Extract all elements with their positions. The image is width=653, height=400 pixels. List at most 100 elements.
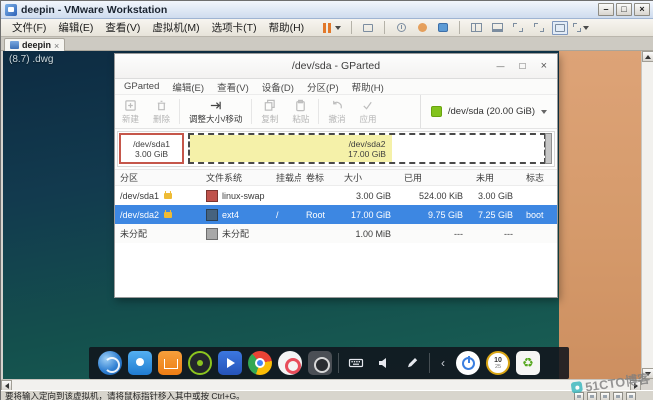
trash-icon[interactable] — [516, 351, 540, 375]
header-size: 大小 — [339, 171, 399, 184]
new-icon — [124, 99, 137, 112]
gparted-maximize-icon[interactable] — [520, 54, 526, 79]
clock-widget[interactable]: 10 25 — [486, 351, 510, 375]
tab-deepin[interactable]: deepin — [4, 38, 65, 51]
revert-snapshot-icon[interactable] — [414, 21, 430, 35]
horizontal-scrollbar[interactable] — [1, 379, 641, 390]
fs-color-swatch — [206, 190, 218, 202]
fullscreen-icon[interactable] — [510, 21, 526, 35]
resize-move-button[interactable]: 调整大小/移动 — [182, 95, 249, 128]
show-library-icon[interactable] — [468, 21, 484, 35]
partition-visual-bar: /dev/sda1 3.00 GiB /dev/sda2 17.00 GiB — [115, 129, 557, 170]
usb-status-icon[interactable] — [626, 392, 636, 400]
undo-button[interactable]: 撤消 — [321, 95, 352, 128]
header-used: 已用 — [399, 171, 471, 184]
free-stretch-icon[interactable] — [573, 21, 589, 35]
control-center-icon[interactable] — [278, 351, 302, 375]
file-manager-icon[interactable] — [128, 351, 152, 375]
sound-status-icon[interactable] — [613, 392, 623, 400]
fs-color-swatch — [206, 228, 218, 240]
gparted-title: /dev/sda - GParted — [115, 60, 557, 72]
keyboard-layout-icon[interactable] — [345, 352, 367, 374]
menu-edit[interactable]: 编辑(E) — [53, 18, 98, 37]
visual-partition-sda1[interactable]: /dev/sda1 3.00 GiB — [119, 133, 184, 164]
header-flags: 标志 — [521, 171, 559, 184]
volume-icon[interactable] — [373, 352, 395, 374]
vm-console: (8.7) .dwg /dev/sda - GParted GParted 编辑… — [3, 51, 641, 379]
gparted-menu-help[interactable]: 帮助(H) — [352, 80, 384, 94]
gparted-close-icon[interactable] — [541, 54, 547, 79]
gparted-titlebar[interactable]: /dev/sda - GParted — [115, 54, 557, 79]
menu-help[interactable]: 帮助(H) — [264, 18, 310, 37]
gparted-minimize-icon[interactable] — [497, 54, 505, 79]
pen-input-icon[interactable] — [401, 352, 423, 374]
vertical-scrollbar[interactable] — [641, 51, 653, 379]
header-partition: 分区 — [115, 171, 201, 184]
device-selector[interactable]: /dev/sda (20.00 GiB) — [420, 95, 557, 128]
show-thumbnail-bar-icon[interactable] — [489, 21, 505, 35]
desktop-file-label[interactable]: (8.7) .dwg — [9, 54, 53, 65]
menu-vm[interactable]: 虚拟机(M) — [147, 18, 204, 37]
resize-arrow-icon — [209, 99, 222, 112]
chevron-down-icon — [541, 110, 547, 114]
chrome-icon[interactable] — [248, 351, 272, 375]
gparted-menu-gparted[interactable]: GParted — [124, 81, 159, 92]
lock-icon — [164, 193, 172, 199]
launcher-icon[interactable] — [98, 351, 122, 375]
gparted-toolbar: 新建 删除 调整大小/移动 复制 粘贴 — [115, 95, 557, 129]
gparted-menu-view[interactable]: 查看(V) — [217, 80, 249, 94]
music-icon[interactable] — [188, 351, 212, 375]
unity-mode-icon[interactable] — [531, 21, 547, 35]
table-row-sda2-selected[interactable]: /dev/sda2 ext4 / Root 17.00 GiB 9.75 GiB… — [115, 205, 557, 224]
table-header-row: 分区 文件系统 挂载点 卷标 大小 已用 未用 标志 — [115, 170, 557, 186]
minimize-icon[interactable] — [598, 3, 614, 16]
vm-screen-icon — [10, 41, 19, 49]
visual-partition-sda2[interactable]: /dev/sda2 17.00 GiB — [188, 133, 546, 164]
disk-utility-icon[interactable] — [308, 351, 332, 375]
take-snapshot-icon[interactable] — [393, 21, 409, 35]
app-store-icon[interactable] — [158, 351, 182, 375]
trash-icon — [155, 99, 168, 112]
table-row-unallocated[interactable]: 未分配 未分配 1.00 MiB --- --- — [115, 224, 557, 243]
scroll-up-icon[interactable] — [642, 51, 653, 62]
header-mountpoint: 挂载点 — [271, 171, 301, 184]
power-icon[interactable] — [456, 351, 480, 375]
status-message: 要将输入定向到该虚拟机，请将鼠标指针移入其中或按 Ctrl+G。 — [5, 390, 245, 400]
apply-button[interactable]: 应用 — [352, 95, 383, 128]
suspend-button[interactable] — [321, 22, 343, 34]
vmware-window: deepin - VMware Workstation 文件(F) 编辑(E) … — [0, 0, 653, 400]
fs-color-swatch — [206, 209, 218, 221]
snapshot-manager-icon[interactable] — [435, 21, 451, 35]
vmware-window-title: deepin - VMware Workstation — [21, 4, 167, 16]
visual-partition-unallocated[interactable] — [545, 133, 552, 164]
header-unused: 未用 — [471, 171, 521, 184]
vmware-logo-icon — [5, 4, 17, 16]
device-selector-value: /dev/sda (20.00 GiB) — [448, 106, 535, 117]
menu-file[interactable]: 文件(F) — [7, 18, 51, 37]
wallpaper-sand — [559, 51, 641, 379]
movie-icon[interactable] — [218, 351, 242, 375]
console-view-icon[interactable] — [552, 21, 568, 35]
tray-collapse-icon[interactable] — [436, 356, 450, 370]
gparted-window: /dev/sda - GParted GParted 编辑(E) 查看(V) 设… — [114, 53, 558, 298]
table-row-sda1[interactable]: /dev/sda1 linux-swap 3.00 GiB 524.00 KiB… — [115, 186, 557, 205]
gparted-menu-device[interactable]: 设备(D) — [262, 80, 294, 94]
gparted-menu-partition[interactable]: 分区(P) — [307, 80, 339, 94]
paste-button[interactable]: 粘贴 — [285, 95, 316, 128]
vmware-titlebar: deepin - VMware Workstation — [1, 1, 653, 19]
delete-partition-button[interactable]: 删除 — [146, 95, 177, 128]
close-icon[interactable] — [634, 3, 650, 16]
menu-view[interactable]: 查看(V) — [100, 18, 145, 37]
vmware-menubar: 文件(F) 编辑(E) 查看(V) 虚拟机(M) 选项卡(T) 帮助(H) — [1, 19, 653, 37]
copy-button[interactable]: 复制 — [254, 95, 285, 128]
maximize-icon[interactable] — [616, 3, 632, 16]
new-partition-button[interactable]: 新建 — [115, 95, 146, 128]
menu-tabs[interactable]: 选项卡(T) — [207, 18, 262, 37]
suspend-dropdown-icon — [335, 26, 341, 30]
header-filesystem: 文件系统 — [201, 171, 271, 184]
send-ctrl-alt-del-icon[interactable] — [360, 21, 376, 35]
clipboard-icon — [294, 99, 307, 112]
gparted-menu-edit[interactable]: 编辑(E) — [172, 80, 204, 94]
vmware-tabbar: deepin — [1, 37, 653, 51]
check-icon — [361, 99, 374, 112]
